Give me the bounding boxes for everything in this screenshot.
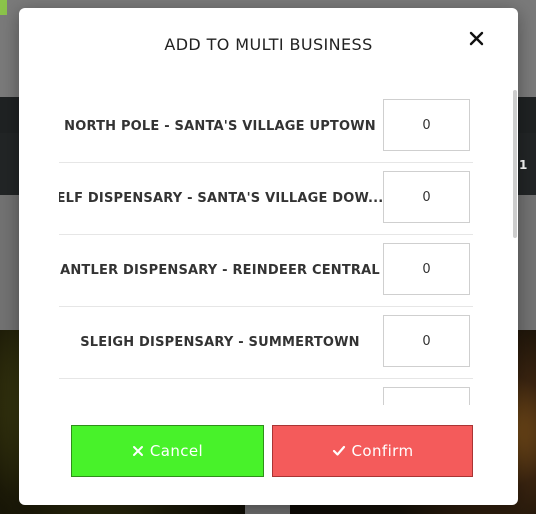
cancel-label: Cancel <box>149 442 204 460</box>
quantity-input[interactable] <box>383 99 470 151</box>
business-row: NORTH POLE - SANTA'S VILLAGE UPTOWN <box>59 90 473 163</box>
page-backdrop: 1 ADD TO MULTI BUSINESS NORTH POLE - SAN… <box>0 0 536 514</box>
confirm-label: Confirm <box>351 442 414 460</box>
business-row: ELF DISPENSARY - SANTA'S VILLAGE DOW... <box>59 162 473 235</box>
quantity-input[interactable] <box>383 315 470 367</box>
check-icon <box>332 445 346 457</box>
background-row-number: 1 <box>519 158 528 172</box>
close-button[interactable] <box>466 28 488 50</box>
quantity-input[interactable] <box>383 243 470 295</box>
business-row: SLEIGH DISPENSARY - SUMMERTOWN <box>59 306 473 379</box>
business-row: ANTLER DISPENSARY - REINDEER CENTRAL <box>59 234 473 307</box>
add-to-multi-business-modal: ADD TO MULTI BUSINESS NORTH POLE - SANTA… <box>19 8 518 505</box>
business-row <box>59 378 473 405</box>
business-list: NORTH POLE - SANTA'S VILLAGE UPTOWN ELF … <box>59 90 474 405</box>
close-icon <box>469 31 484 46</box>
business-name: ELF DISPENSARY - SANTA'S VILLAGE DOW... <box>59 190 384 206</box>
business-name: SLEIGH DISPENSARY - SUMMERTOWN <box>80 334 360 350</box>
quantity-input[interactable] <box>383 387 470 405</box>
cancel-button[interactable]: Cancel <box>71 425 264 477</box>
business-name <box>59 378 381 405</box>
list-scrollbar[interactable] <box>513 90 517 238</box>
business-name: ANTLER DISPENSARY - REINDEER CENTRAL <box>60 262 380 278</box>
quantity-input[interactable] <box>383 171 470 223</box>
modal-title: ADD TO MULTI BUSINESS <box>164 35 373 54</box>
x-icon <box>132 445 144 457</box>
business-name: NORTH POLE - SANTA'S VILLAGE UPTOWN <box>64 118 376 134</box>
confirm-button[interactable]: Confirm <box>272 425 473 477</box>
background-accent <box>0 0 7 15</box>
